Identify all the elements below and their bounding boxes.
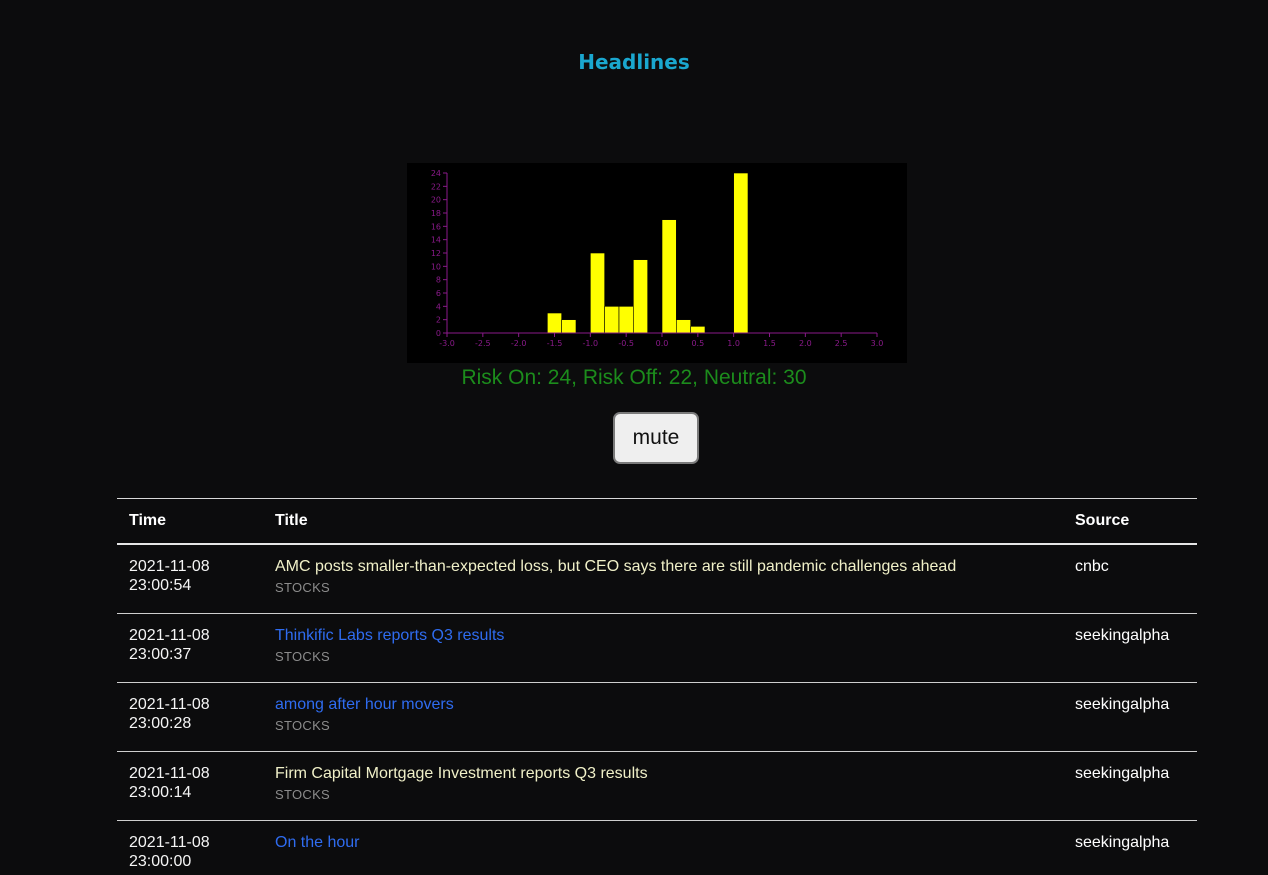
headline-category: STOCKS — [275, 718, 331, 733]
cell-time: 2021-11-08 23:00:54 — [117, 544, 263, 614]
cell-source: seekingalpha — [1063, 682, 1197, 752]
row-time: 23:00:00 — [129, 853, 192, 870]
cell-time: 2021-11-08 23:00:14 — [117, 751, 263, 821]
row-source: seekingalpha — [1075, 627, 1170, 644]
page: Headlines -3.0 -2.5 -2.0 -1.5 -1.0 -0.5 0.0 0.5… — [0, 0, 1268, 875]
row-source: seekingalpha — [1075, 696, 1170, 713]
table-row: 2021-11-08 23:00:37 Thinkific Labs reports… — [117, 613, 1197, 683]
y-tick-label: 24 — [431, 169, 441, 178]
mute-button[interactable]: mute — [613, 412, 699, 464]
table-row: 2021-11-08 23:00:14 Firm Capital Mortgage … — [117, 751, 1197, 821]
x-tick-label: -2.5 — [475, 339, 491, 348]
sentiment-summary: Risk On: 24, Risk Off: 22, Neutral: 30 — [461, 366, 807, 389]
x-tick-label: 1.0 — [727, 339, 740, 348]
cell-title: among after hour movers STOCKS — [263, 682, 1063, 752]
table-header-row: Time Title Source — [117, 498, 1197, 545]
histogram-bar — [676, 319, 691, 334]
y-tick-label: 20 — [431, 196, 441, 205]
y-tick-label: 22 — [431, 182, 441, 191]
headline-category: STOCKS — [275, 649, 331, 664]
row-date: 2021-11-08 — [129, 696, 210, 713]
histogram-bar — [690, 326, 706, 334]
table-row: 2021-11-08 23:00:28 among after hour mover… — [117, 682, 1197, 752]
row-source: seekingalpha — [1075, 834, 1170, 851]
cell-time: 2021-11-08 23:00:28 — [117, 682, 263, 752]
histogram-bar — [733, 172, 749, 334]
cell-time: 2021-11-08 23:00:37 — [117, 613, 263, 683]
row-date: 2021-11-08 — [129, 558, 210, 575]
x-tick-label: 2.5 — [835, 339, 848, 348]
y-tick-label: 16 — [431, 222, 441, 231]
headline-category: STOCKS — [275, 580, 331, 595]
page-title: Headlines — [578, 50, 690, 74]
x-tick-label: 3.0 — [871, 339, 884, 348]
row-source: seekingalpha — [1075, 765, 1170, 782]
y-tick-label: 10 — [431, 262, 441, 271]
y-tick-label: 18 — [431, 209, 441, 218]
y-tick-label: 12 — [431, 249, 441, 258]
headline-link[interactable]: among after hour movers — [275, 696, 454, 713]
row-time: 23:00:28 — [129, 715, 192, 732]
cell-title: On the hour — [263, 820, 1063, 875]
headlines-table: Time Title Source 2021-11-08 23:00:54 AMC … — [117, 498, 1197, 875]
cell-title: Firm Capital Mortgage Investment reports… — [263, 751, 1063, 821]
histogram-bar — [604, 306, 620, 334]
row-source: cnbc — [1075, 558, 1109, 575]
x-tick-label: -2.0 — [511, 339, 527, 348]
headline-link[interactable]: Thinkific Labs reports Q3 results — [275, 627, 504, 644]
row-time: 23:00:14 — [129, 784, 192, 801]
headline-link[interactable]: On the hour — [275, 834, 360, 851]
y-tick-label: 2 — [436, 316, 441, 325]
histogram-bar — [561, 319, 577, 334]
histogram-bar — [547, 312, 562, 334]
histogram-bar — [590, 252, 605, 334]
table-body: 2021-11-08 23:00:54 AMC posts smaller-than… — [117, 544, 1197, 875]
histogram-svg: -3.0 -2.5 -2.0 -1.5 -1.0 -0.5 0.0 0.5 1.0 1.5 2.0 2… — [431, 169, 884, 348]
cell-source: seekingalpha — [1063, 751, 1197, 821]
histogram-bar — [661, 219, 677, 334]
row-date: 2021-11-08 — [129, 627, 210, 644]
row-time: 23:00:37 — [129, 646, 192, 663]
table-row: 2021-11-08 23:00:54 AMC posts smaller-than… — [117, 544, 1197, 614]
column-header-title: Title — [263, 498, 1063, 545]
column-header-time: Time — [117, 498, 263, 545]
sentiment-histogram: -3.0 -2.5 -2.0 -1.5 -1.0 -0.5 0.0 0.5 1.0 1.5 2.0 2… — [407, 163, 907, 363]
column-header-source: Source — [1063, 498, 1197, 545]
y-tick-label: 4 — [436, 302, 441, 311]
x-tick-label: -1.0 — [583, 339, 599, 348]
x-tick-label: 2.0 — [799, 339, 812, 348]
y-tick-label: 6 — [436, 289, 441, 298]
cell-source: seekingalpha — [1063, 613, 1197, 683]
x-tick-label: 0.5 — [691, 339, 704, 348]
row-time: 23:00:54 — [129, 577, 192, 594]
row-date: 2021-11-08 — [129, 834, 210, 851]
y-tick-label: 14 — [431, 236, 441, 245]
histogram-bar — [618, 306, 634, 334]
cell-time: 2021-11-08 23:00:00 — [117, 820, 263, 875]
x-tick-label: -0.5 — [618, 339, 634, 348]
headline-category: STOCKS — [275, 787, 331, 802]
row-date: 2021-11-08 — [129, 765, 210, 782]
headline-text: Firm Capital Mortgage Investment reports… — [275, 765, 648, 782]
cell-title: Thinkific Labs reports Q3 results STOCKS — [263, 613, 1063, 683]
cell-title: AMC posts smaller-than-expected loss, bu… — [263, 544, 1063, 614]
histogram-bar — [633, 259, 648, 334]
x-tick-label: -3.0 — [439, 339, 455, 348]
headline-text: AMC posts smaller-than-expected loss, bu… — [275, 558, 957, 575]
x-tick-label: 0.0 — [656, 339, 669, 348]
y-tick-label: 8 — [436, 276, 441, 285]
x-tick-label: -1.5 — [547, 339, 563, 348]
x-tick-label: 1.5 — [763, 339, 776, 348]
table-row: 2021-11-08 23:00:00 On the hour seekingalph… — [117, 820, 1197, 875]
cell-source: seekingalpha — [1063, 820, 1197, 875]
y-tick-label: 0 — [436, 329, 441, 338]
cell-source: cnbc — [1063, 544, 1197, 614]
